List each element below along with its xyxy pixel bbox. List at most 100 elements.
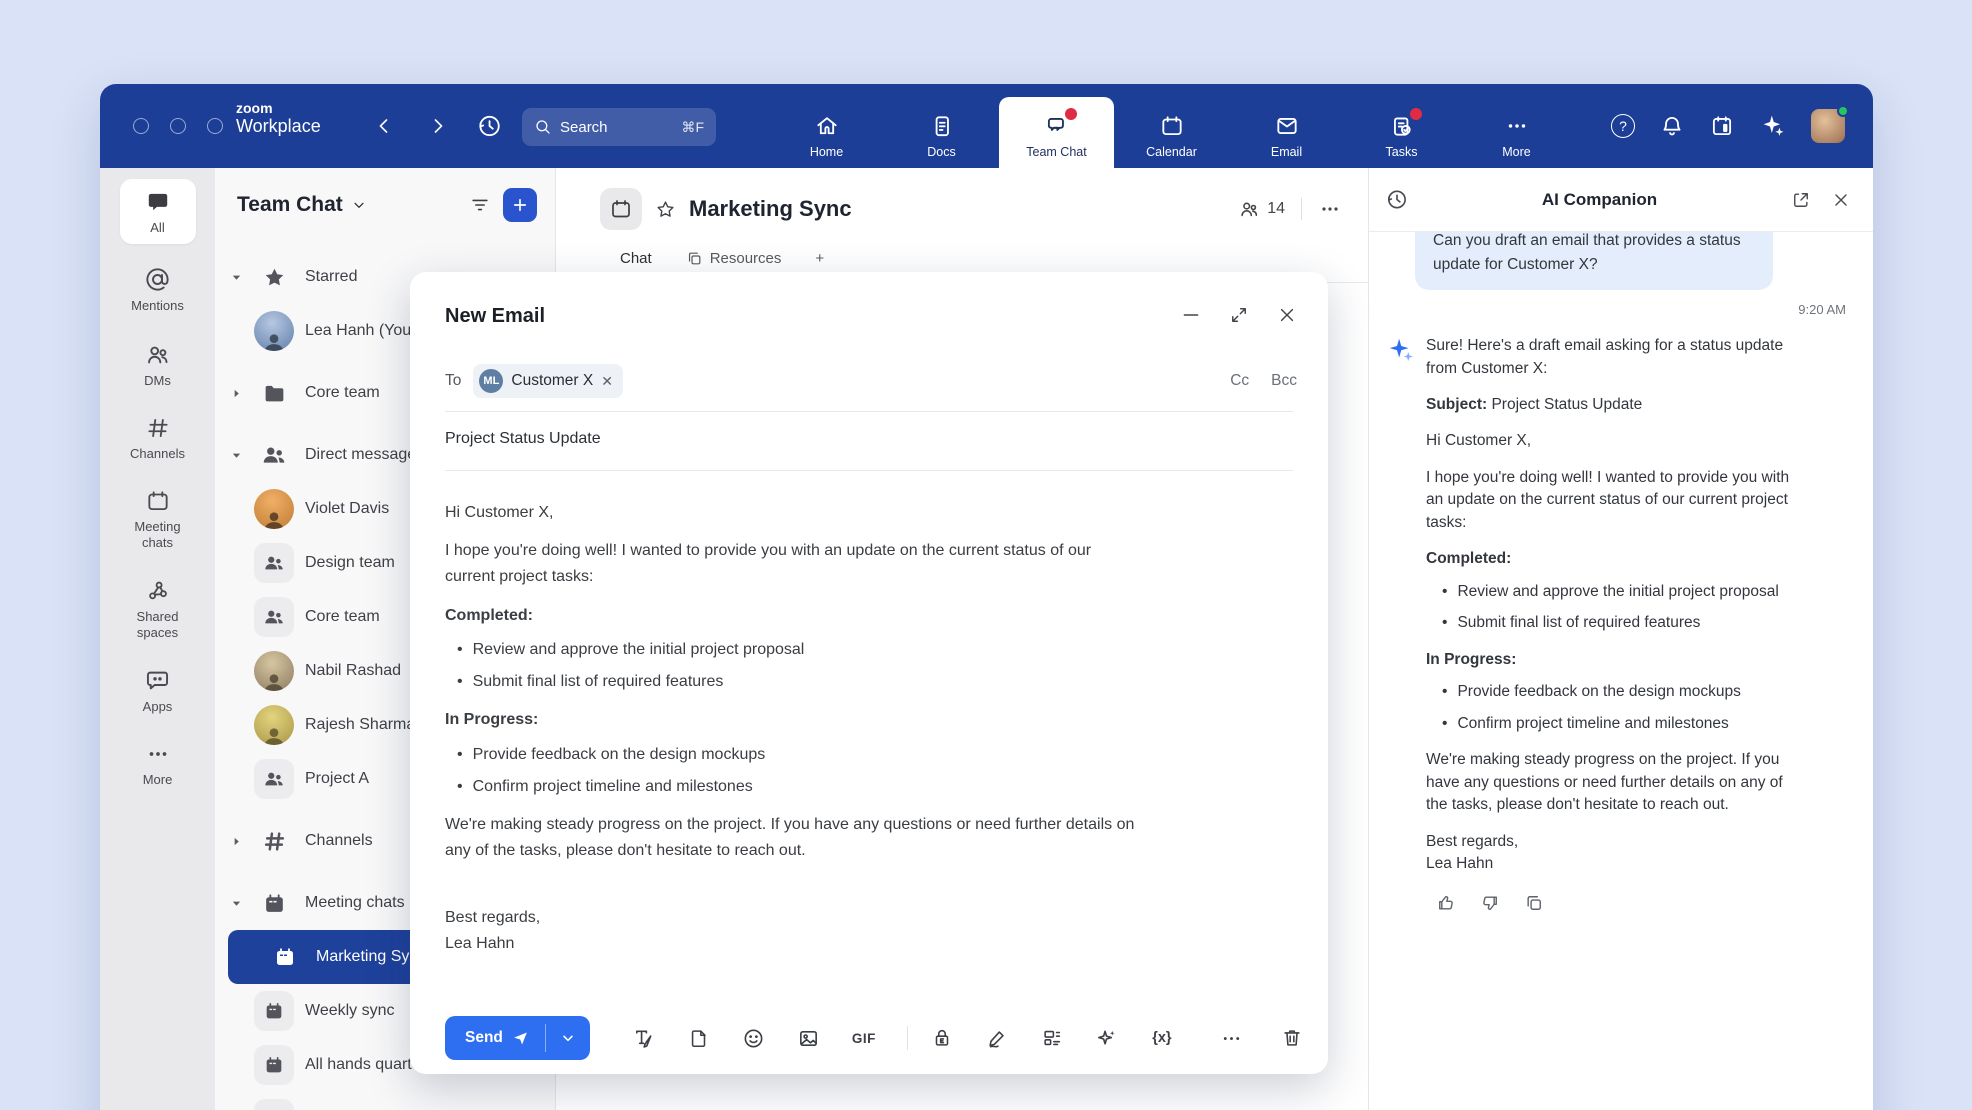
send-button[interactable]: Send (445, 1016, 545, 1060)
search-placeholder: Search (560, 119, 608, 136)
favorite-star-icon[interactable] (655, 199, 676, 220)
calendar-icon (1159, 113, 1185, 139)
nav-tab-docs[interactable]: Docs (884, 84, 999, 168)
group-icon (254, 543, 294, 583)
back-button[interactable] (372, 114, 396, 138)
resources-icon (686, 250, 703, 267)
open-in-window-icon[interactable] (1791, 190, 1811, 210)
nav-tab-more[interactable]: More (1459, 84, 1574, 168)
send-button-group[interactable]: Send (445, 1016, 590, 1060)
ai-history-icon[interactable] (1385, 188, 1408, 211)
close-window-dot[interactable] (133, 118, 149, 134)
emoji-icon[interactable] (742, 1027, 766, 1050)
insert-image-icon[interactable] (797, 1027, 821, 1050)
send-icon (512, 1030, 529, 1047)
nav-tab-team-chat[interactable]: Team Chat (999, 97, 1114, 168)
rail-item-channels[interactable]: Channels (100, 415, 215, 462)
help-icon[interactable]: ? (1611, 114, 1635, 138)
navbar-tabs: Home Docs Team Chat Calendar Email (769, 84, 1574, 168)
chatlist-title-dropdown[interactable]: Team Chat (237, 193, 367, 217)
schedule-icon[interactable] (1709, 113, 1735, 139)
minimize-icon[interactable] (1181, 305, 1201, 325)
chat-item-lea-rajesh-1-1[interactable]: Lea/Rajesh 1:1 (215, 1092, 555, 1110)
email-icon (1274, 113, 1300, 139)
top-navbar: zoom Workplace Search ⌘F Home Docs (100, 84, 1873, 168)
rail-item-shared-spaces[interactable]: Shared spaces (100, 578, 215, 642)
ai-close-icon[interactable] (1831, 190, 1851, 210)
search-shortcut: ⌘F (681, 119, 704, 136)
rail-item-mentions[interactable]: Mentions (100, 266, 215, 314)
ai-conversation[interactable]: Can you draft an email that provides a s… (1369, 232, 1873, 1110)
search-input[interactable]: Search ⌘F (522, 108, 716, 146)
tab-resources[interactable]: Resources (686, 250, 782, 267)
meeting-calendar-icon (254, 883, 294, 923)
new-chat-button[interactable] (503, 188, 537, 222)
format-text-icon[interactable] (632, 1027, 656, 1050)
rail-item-dms[interactable]: DMs (100, 341, 215, 389)
to-label: To (445, 372, 461, 390)
nav-tab-tasks[interactable]: Tasks (1344, 84, 1459, 168)
member-count[interactable]: 14 (1238, 198, 1285, 220)
user-avatar[interactable] (1811, 109, 1845, 143)
subject-field[interactable]: Project Status Update (445, 430, 601, 448)
send-options-dropdown[interactable] (546, 1016, 590, 1060)
copy-icon[interactable] (1524, 893, 1544, 913)
close-icon[interactable] (1277, 305, 1297, 325)
nav-tab-home[interactable]: Home (769, 84, 884, 168)
caret-right-icon (229, 836, 243, 847)
compose-toolbar: Send GIF {x} (445, 1016, 1304, 1060)
left-rail: All Mentions DMs Channels Meeting chats … (100, 168, 215, 1110)
tab-chat[interactable]: Chat (620, 250, 652, 267)
attach-file-icon[interactable] (687, 1027, 711, 1049)
nav-tab-email[interactable]: Email (1229, 84, 1344, 168)
email-body-editor[interactable]: Hi Customer X, I hope you're doing well!… (445, 500, 1145, 969)
presence-indicator (1837, 105, 1849, 117)
signature-pen-icon[interactable] (985, 1027, 1009, 1049)
notifications-bell-icon[interactable] (1659, 113, 1685, 139)
rail-item-all[interactable]: All (120, 179, 196, 244)
ai-compose-icon[interactable] (1095, 1027, 1119, 1050)
template-icon[interactable] (1040, 1027, 1064, 1049)
maximize-window-dot[interactable] (207, 118, 223, 134)
more-icon (1504, 113, 1530, 139)
apps-icon (144, 667, 171, 694)
cc-button[interactable]: Cc (1230, 372, 1249, 390)
navbar-right-icons: ? (1611, 84, 1845, 168)
hash-icon (254, 821, 294, 861)
to-field[interactable]: To ML Customer X ✕ Cc Bcc (445, 364, 1297, 398)
gif-icon[interactable]: GIF (852, 1031, 876, 1046)
filter-icon[interactable] (469, 194, 491, 216)
nav-tab-calendar[interactable]: Calendar (1114, 84, 1229, 168)
thumbs-up-icon[interactable] (1436, 893, 1456, 913)
history-icon[interactable] (476, 113, 502, 139)
meeting-calendar-icon (254, 1099, 294, 1110)
rail-item-meeting-chats[interactable]: Meeting chats (100, 488, 215, 552)
ai-companion-icon[interactable] (1759, 112, 1787, 140)
thumbs-down-icon[interactable] (1480, 893, 1500, 913)
docs-icon (929, 113, 955, 139)
minimize-window-dot[interactable] (170, 118, 186, 134)
channel-title: Marketing Sync (689, 196, 852, 222)
caret-down-icon (229, 898, 243, 909)
channel-more-icon[interactable] (1318, 197, 1342, 221)
people-icon (254, 435, 294, 475)
expand-icon[interactable] (1229, 305, 1249, 325)
ai-panel-title: AI Companion (1408, 190, 1791, 210)
avatar (254, 651, 294, 691)
discard-trash-icon[interactable] (1280, 1027, 1304, 1049)
tab-add-button[interactable]: + (815, 250, 824, 267)
rail-item-apps[interactable]: Apps (100, 667, 215, 715)
forward-button[interactable] (426, 114, 450, 138)
variables-icon[interactable]: {x} (1150, 1030, 1174, 1046)
tasks-badge (1410, 108, 1422, 120)
encrypt-lock-icon[interactable] (930, 1027, 954, 1049)
search-icon (534, 118, 552, 136)
meeting-calendar-icon (265, 937, 305, 977)
toolbar-more-icon[interactable] (1220, 1027, 1244, 1050)
remove-recipient-icon[interactable]: ✕ (601, 373, 613, 390)
recipient-chip[interactable]: ML Customer X ✕ (473, 364, 623, 398)
window-traffic-lights[interactable] (133, 118, 223, 134)
rail-item-more[interactable]: More (100, 741, 215, 788)
shared-spaces-icon (145, 578, 171, 604)
bcc-button[interactable]: Bcc (1271, 372, 1297, 390)
